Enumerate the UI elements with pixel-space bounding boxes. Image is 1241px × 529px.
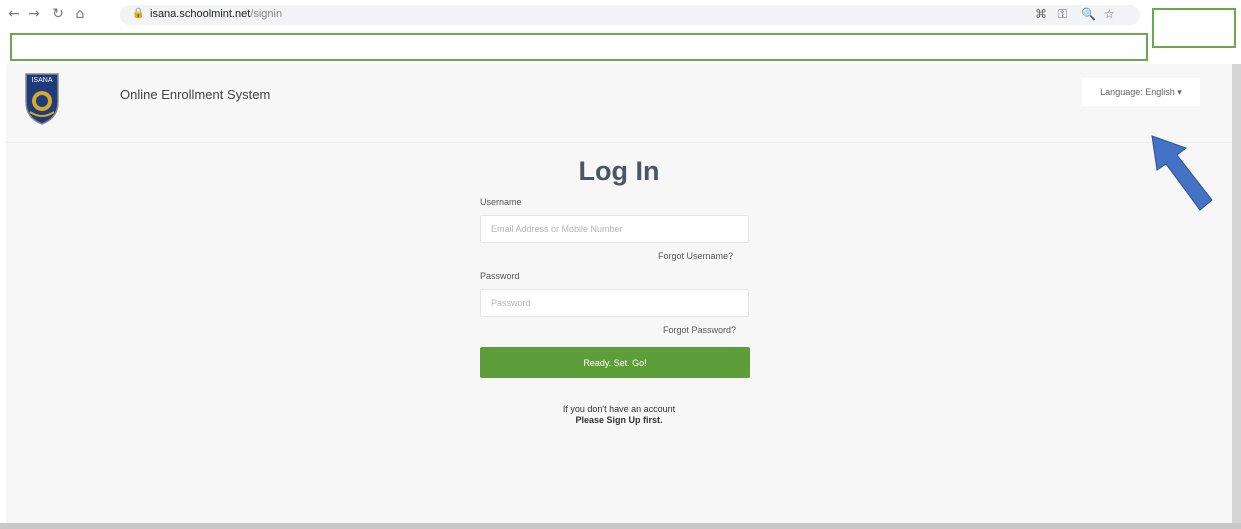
browser-toolbar: ← → ↻ ⌂ 🔒 isana.schoolmint.net/signin ⌘ … <box>0 0 1241 30</box>
apps-icon[interactable]: ⌘ <box>1035 6 1047 22</box>
site-title: Online Enrollment System <box>120 87 271 102</box>
address-bar[interactable]: 🔒 isana.schoolmint.net/signin <box>120 5 1140 25</box>
annotation-box-bookmarks <box>10 33 1148 61</box>
signup-link[interactable]: Please Sign Up first. <box>6 415 1232 425</box>
zoom-icon[interactable]: 🔍 <box>1081 6 1096 22</box>
language-label: Language: <box>1100 87 1143 97</box>
forgot-username-link[interactable]: Forgot Username? <box>658 251 733 261</box>
signup-prompt: If you don't have an account <box>562 404 676 414</box>
school-crest-icon[interactable]: ISANA <box>24 68 60 126</box>
forgot-password-link[interactable]: Forgot Password? <box>663 325 736 335</box>
lock-icon: 🔒 <box>132 8 145 19</box>
reload-icon[interactable]: ↻ <box>50 6 66 22</box>
chevron-down-icon: ▾ <box>1177 87 1182 97</box>
language-value: English <box>1145 87 1175 97</box>
forward-icon[interactable]: → <box>26 6 42 22</box>
username-input[interactable] <box>480 215 749 243</box>
url-text: isana.schoolmint.net/signin <box>150 8 283 20</box>
password-label: Password <box>480 271 520 281</box>
username-label: Username <box>480 197 522 207</box>
language-selector[interactable]: Language: English ▾ <box>1082 78 1200 106</box>
page-scrollbar[interactable] <box>1232 64 1241 523</box>
back-icon[interactable]: ← <box>6 6 22 22</box>
crest-text: ISANA <box>31 77 52 84</box>
login-submit-button[interactable]: Ready. Set. Go! <box>480 347 750 378</box>
window-bottom-edge <box>0 523 1241 529</box>
site-header: ISANA Online Enrollment System Language:… <box>6 64 1232 143</box>
key-icon[interactable]: ⚿ <box>1058 6 1067 22</box>
page-title: Log In <box>578 156 660 186</box>
star-icon[interactable]: ☆ <box>1104 6 1115 22</box>
web-page: ISANA Online Enrollment System Language:… <box>6 64 1232 523</box>
annotation-box-profile <box>1152 8 1236 48</box>
password-input[interactable] <box>480 289 749 317</box>
home-icon[interactable]: ⌂ <box>72 6 88 22</box>
